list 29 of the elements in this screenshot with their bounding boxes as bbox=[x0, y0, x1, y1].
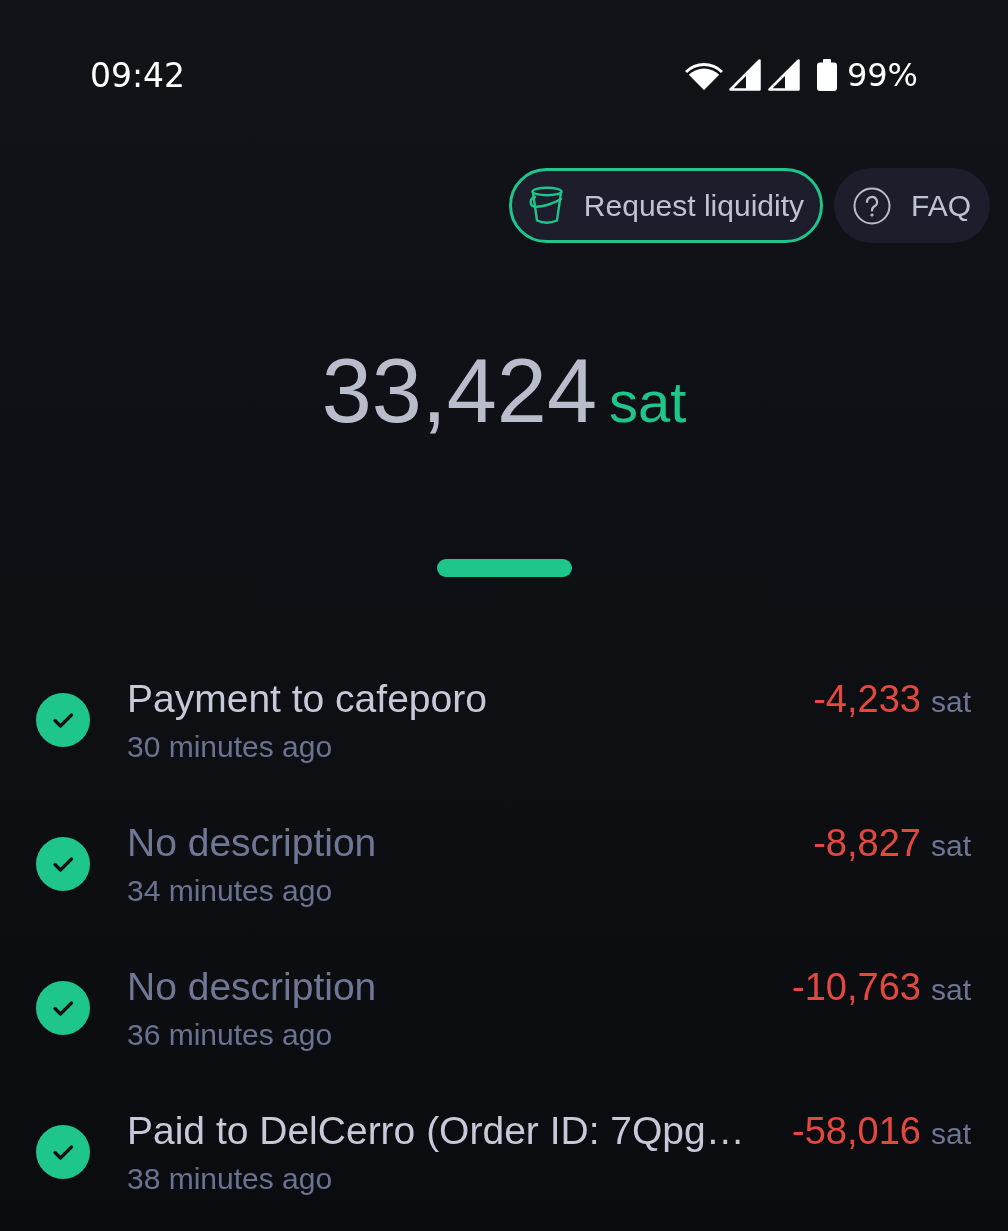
payment-description: Payment to cafeporo bbox=[127, 675, 487, 722]
faq-button[interactable]: FAQ bbox=[834, 168, 990, 243]
wifi-icon bbox=[684, 61, 723, 91]
payment-amount: -8,827 bbox=[813, 820, 921, 866]
battery-percentage: 99% bbox=[846, 59, 918, 91]
bucket-icon bbox=[527, 185, 564, 226]
payment-amount: -10,763 bbox=[792, 964, 921, 1010]
amount-unit: sat bbox=[930, 1115, 971, 1152]
drag-handle[interactable] bbox=[436, 559, 572, 577]
clock-time: 09:42 bbox=[90, 58, 186, 92]
request-liquidity-button[interactable]: Request liquidity bbox=[508, 168, 823, 243]
balance-unit: sat bbox=[608, 373, 687, 431]
payment-description: Paid to DelCerro (Order ID: 7Qpg… bbox=[127, 1107, 745, 1154]
amount-unit: sat bbox=[930, 971, 971, 1008]
payment-time: 30 minutes ago bbox=[127, 728, 333, 765]
signal-icon bbox=[767, 59, 800, 91]
payment-time: 36 minutes ago bbox=[127, 1016, 333, 1053]
payment-amount: -4,233 bbox=[813, 676, 921, 722]
amount-unit: sat bbox=[930, 827, 971, 864]
amount-unit: sat bbox=[930, 683, 971, 720]
payment-description: No description bbox=[127, 819, 377, 866]
balance-amount: 33,424 bbox=[321, 346, 597, 436]
payment-amount: -58,016 bbox=[792, 1108, 921, 1154]
help-icon bbox=[853, 186, 891, 225]
battery-icon bbox=[816, 59, 837, 91]
payment-description: No description bbox=[127, 963, 377, 1010]
payment-time: 38 minutes ago bbox=[127, 1160, 333, 1197]
payment-time: 34 minutes ago bbox=[127, 872, 333, 909]
signal-icon bbox=[728, 59, 761, 91]
